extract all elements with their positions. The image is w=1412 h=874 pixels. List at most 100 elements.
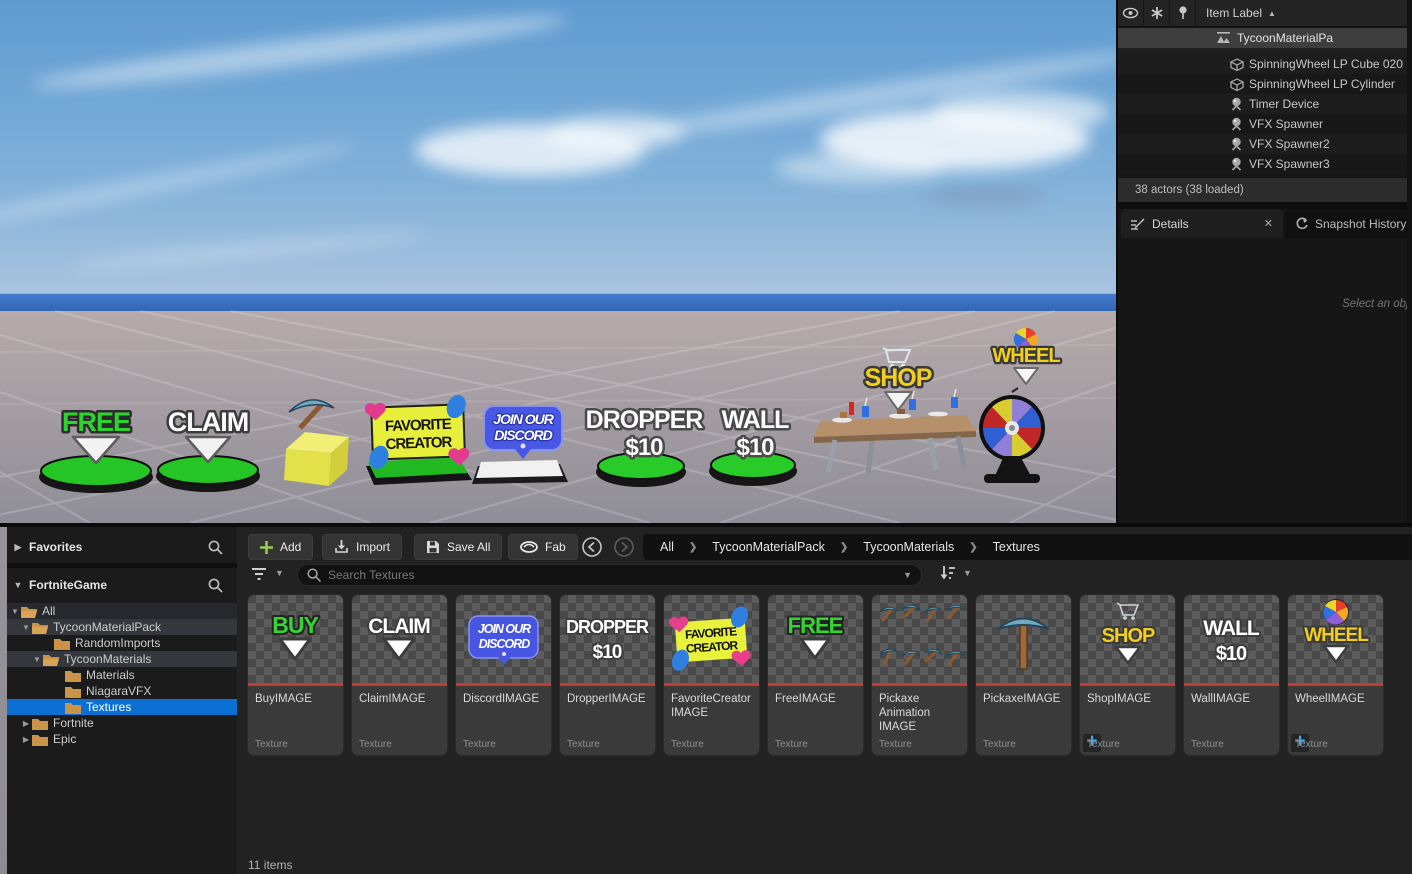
save-all-button[interactable]: Save All [414, 534, 503, 560]
wheel-sign: WHEEL [992, 345, 1060, 367]
breadcrumb-tycoonmaterials[interactable]: TycoonMaterials [863, 540, 954, 554]
device-icon [1231, 97, 1242, 111]
fortnitegame-section[interactable]: ▼ FortniteGame [7, 571, 237, 599]
asset-name: FreeIMAGE [775, 693, 836, 705]
outliner-scrollbar[interactable] [1407, 0, 1412, 202]
wall-sign-line2: $10 [736, 434, 774, 461]
import-icon [335, 540, 348, 553]
asset-name: PickaxeIMAGE [983, 693, 1061, 705]
svg-text:WALL: WALL [1203, 617, 1260, 640]
forward-button[interactable] [614, 537, 634, 557]
chevron-right-icon: ❯ [969, 541, 978, 553]
asset-tile-buy[interactable]: BUY BuyIMAGE Texture [248, 595, 343, 755]
tree-item-fortnite[interactable]: ▶ Fortnite [7, 715, 237, 731]
sort-chevron-icon[interactable]: ▼ [963, 568, 972, 578]
asset-name: FavoriteCreator IMAGE [671, 693, 751, 720]
claim-thumbnail: CLAIM [352, 595, 447, 683]
content-browser-main: Add Import Save All Fab All ❯ TycoonMate… [237, 527, 1412, 874]
asset-name: WheelIMAGE [1295, 693, 1365, 705]
free-thumbnail: FREE [768, 595, 863, 683]
asset-type: Texture [1191, 739, 1224, 750]
import-button[interactable]: Import [322, 534, 403, 560]
favorite-sign-line2: CREATOR [385, 434, 453, 453]
tab-snapshot-history[interactable]: Snapshot History [1285, 209, 1412, 238]
asset-tile-free[interactable]: FREE FreeIMAGE Texture [768, 595, 863, 755]
asset-tile-favoritecreator[interactable]: FAVORITE CREATOR FavoriteCreator IMAGE T… [664, 595, 759, 755]
outliner-row-selected[interactable]: TycoonMaterialPa [1118, 28, 1407, 48]
search-input[interactable] [328, 568, 897, 582]
favoritecreator-thumbnail: FAVORITE CREATOR [664, 595, 759, 683]
fab-button[interactable]: Fab [508, 534, 578, 560]
filter-chevron-icon[interactable]: ▼ [275, 568, 284, 578]
svg-text:BUY: BUY [272, 612, 318, 638]
tree-item-epic[interactable]: ▶ Epic [7, 731, 237, 747]
outliner-row[interactable]: Timer Device [1118, 94, 1407, 114]
svg-text:WHEEL: WHEEL [1304, 625, 1369, 646]
close-tab-icon[interactable]: ✕ [1264, 217, 1273, 230]
outliner-row[interactable]: VFX Spawner2 [1118, 134, 1407, 154]
tree-item-textures-selected[interactable]: Textures [7, 699, 237, 715]
outliner-row[interactable]: SpinningWheel LP Cylinder [1118, 74, 1407, 94]
device-icon [1231, 137, 1242, 151]
asset-name: DropperIMAGE [567, 693, 646, 705]
outliner-row[interactable]: VFX Spawner [1118, 114, 1407, 134]
tree-item-all[interactable]: ▼ All [7, 603, 237, 619]
svg-text:CLAIM: CLAIM [368, 615, 430, 638]
tree-item-randomimports[interactable]: RandomImports [7, 635, 237, 651]
breadcrumb-tycoonmaterialpack[interactable]: TycoonMaterialPack [712, 540, 825, 554]
shop-sign: SHOP [865, 364, 932, 392]
tree-item-tycoonmaterialpack[interactable]: ▼ TycoonMaterialPack [7, 619, 237, 635]
filter-icon[interactable] [252, 567, 268, 581]
search-history-chevron-icon[interactable]: ▼ [903, 570, 912, 580]
tree-item-tycoonmaterials[interactable]: ▼ TycoonMaterials [7, 651, 237, 667]
viewport-scene: FREE CLAIM FAVORITE CREATOR JOIN OUR DIS… [0, 0, 1361, 524]
plus-icon [260, 540, 273, 554]
asset-tile-dropper[interactable]: DROPPER $10 DropperIMAGE Texture [560, 595, 655, 755]
asset-tile-wheel[interactable]: WHEEL + WheelIMAGE Texture [1288, 595, 1383, 755]
favorites-section[interactable]: ▶ Favorites [7, 533, 237, 561]
back-button[interactable] [582, 537, 602, 557]
asset-type: Texture [359, 739, 392, 750]
claim-sign: CLAIM [168, 407, 248, 437]
svg-text:SHOP: SHOP [1102, 625, 1155, 647]
pin-icon[interactable] [1170, 0, 1196, 27]
sort-icon[interactable] [940, 565, 957, 581]
asset-tile-wall[interactable]: WALL $10 WallIMAGE Texture [1184, 595, 1279, 755]
content-browser-sidebar: ▶ Favorites ▼ FortniteGame ▼ All ▼ Tycoo… [7, 527, 237, 874]
folder-icon [65, 702, 81, 714]
asset-tile-discord[interactable]: JOIN OUR DISCORD DiscordIMAGE Texture [456, 595, 551, 755]
asset-name: Pickaxe Animation IMAGE [879, 693, 931, 734]
favorite-star-icon[interactable] [1144, 0, 1170, 27]
outliner-actor-count: 38 actors (38 loaded) [1118, 178, 1412, 202]
tab-details[interactable]: Details ✕ [1121, 209, 1283, 238]
search-icon[interactable] [208, 578, 223, 593]
dropper-sign-line2: $10 [625, 434, 663, 461]
asset-tile-pickaxeanimation[interactable]: Pickaxe Animation IMAGE Texture [872, 595, 967, 755]
asset-tile-shop[interactable]: SHOP + ShopIMAGE Texture [1080, 595, 1175, 755]
level-viewport[interactable]: FREE CLAIM FAVORITE CREATOR JOIN OUR DIS… [0, 0, 1361, 524]
asset-type: Texture [1087, 739, 1120, 750]
item-label-column-header[interactable]: Item Label ▲ [1206, 6, 1276, 20]
tree-item-materials[interactable]: Materials [7, 667, 237, 683]
search-icon[interactable] [208, 540, 223, 555]
chevron-right-icon: ▶ [14, 541, 22, 552]
add-button[interactable]: Add [248, 534, 314, 560]
outliner-row[interactable]: VFX Spawner3 [1118, 154, 1407, 174]
ocean [0, 293, 1116, 311]
outliner-row[interactable]: SpinningWheel LP Cube 020 [1118, 54, 1407, 74]
asset-grid: BUY BuyIMAGE Texture CLAIM ClaimIMAGE Te… [248, 595, 1412, 765]
asset-tile-pickaxe[interactable]: PickaxeIMAGE Texture [976, 595, 1071, 755]
favorite-creator-pad: FAVORITE CREATOR [364, 394, 472, 485]
breadcrumb: All ❯ TycoonMaterialPack ❯ TycoonMateria… [643, 534, 1412, 560]
fab-logo-icon [520, 541, 538, 553]
history-icon [1296, 217, 1308, 230]
breadcrumb-textures[interactable]: Textures [993, 540, 1040, 554]
visibility-eye-icon[interactable] [1118, 0, 1144, 27]
viewport-edge-strip [0, 527, 7, 874]
folder-icon [65, 686, 81, 698]
asset-tile-claim[interactable]: CLAIM ClaimIMAGE Texture [352, 595, 447, 755]
breadcrumb-all[interactable]: All [660, 540, 674, 554]
search-box[interactable]: ▼ [297, 564, 922, 586]
chevron-right-icon: ❯ [688, 541, 698, 553]
tree-item-niagaravfx[interactable]: NiagaraVFX [7, 683, 237, 699]
